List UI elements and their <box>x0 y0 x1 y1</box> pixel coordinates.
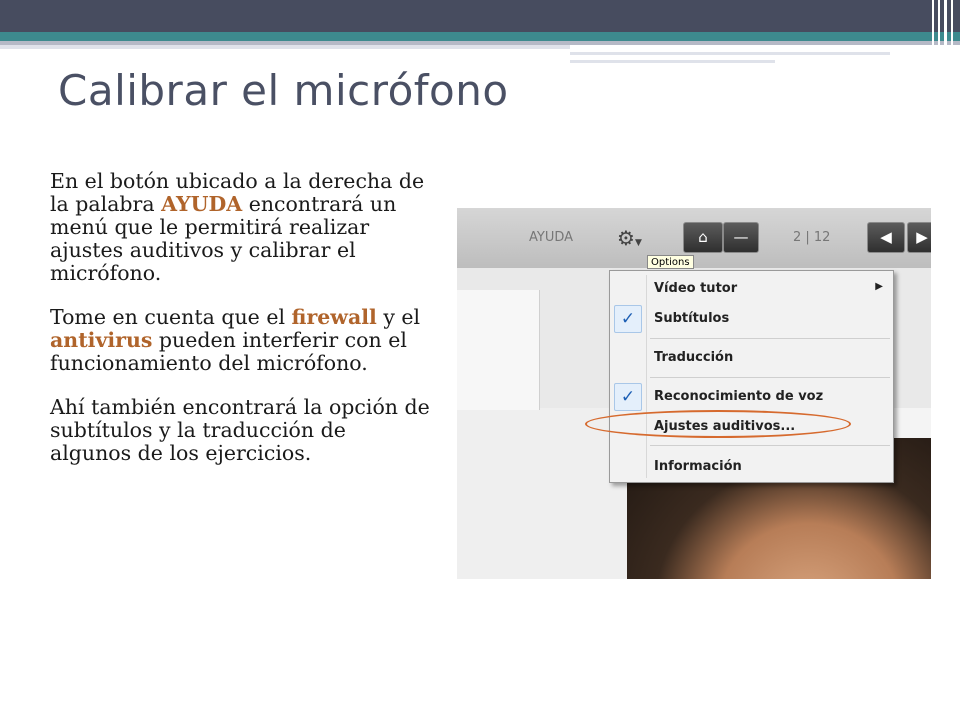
header-edge-lines <box>928 0 960 62</box>
menu-item-label: Vídeo tutor <box>654 281 738 296</box>
header-band-light <box>570 52 890 55</box>
home-icon: ⌂ <box>698 228 708 246</box>
paragraph-3: Ahí también encontrará la opción de subt… <box>50 395 430 465</box>
menu-item-label: Subtítulos <box>654 311 730 326</box>
callout-ellipse <box>585 410 851 438</box>
menu-item-reconocimiento-voz[interactable]: ✓ Reconocimiento de voz <box>610 383 893 411</box>
app-screenshot: AYUDA ⚙▼ ⌂ — 2 | 12 ◀ ▶ Options Vídeo tu… <box>457 208 931 579</box>
paragraph-1: En el botón ubicado a la derecha de la p… <box>50 170 430 285</box>
menu-item-label: Información <box>654 459 742 474</box>
menu-separator <box>650 377 890 378</box>
menu-item-label: Reconocimiento de voz <box>654 389 824 404</box>
next-button[interactable]: ▶ <box>907 222 931 253</box>
gear-icon[interactable]: ⚙▼ <box>617 226 642 250</box>
next-arrow-icon: ▶ <box>916 228 928 246</box>
highlight-firewall: firewall <box>291 305 377 329</box>
options-menu: Vídeo tutor ▶ ✓ Subtítulos Traducción ✓ … <box>609 270 894 483</box>
menu-item-video-tutor[interactable]: Vídeo tutor ▶ <box>610 277 893 301</box>
menu-item-traduccion[interactable]: Traducción <box>610 346 893 370</box>
options-tooltip: Options <box>647 255 694 269</box>
app-side-panel <box>457 290 540 410</box>
menu-item-label: Traducción <box>654 350 734 365</box>
text-run: Tome en cuenta que el <box>50 305 292 329</box>
header-band-teal <box>0 32 960 41</box>
menu-separator <box>650 338 890 339</box>
menu-item-subtitulos[interactable]: ✓ Subtítulos <box>610 305 893 333</box>
slide-body: En el botón ubicado a la derecha de la p… <box>50 170 430 486</box>
header-band-dark <box>0 0 960 32</box>
menu-gutter <box>646 275 647 478</box>
highlight-ayuda: AYUDA <box>161 192 243 216</box>
page-indicator: 2 | 12 <box>793 230 831 245</box>
minimize-icon: — <box>733 228 749 246</box>
minimize-button[interactable]: — <box>723 222 759 253</box>
highlight-antivirus: antivirus <box>50 328 153 352</box>
paragraph-2: Tome en cuenta que el firewall y el anti… <box>50 306 430 375</box>
help-label[interactable]: AYUDA <box>529 230 573 245</box>
checkmark-icon: ✓ <box>614 383 642 411</box>
prev-button[interactable]: ◀ <box>867 222 905 253</box>
slide-title: Calibrar el micrófono <box>58 66 509 115</box>
header-band-light <box>0 45 570 49</box>
header-band-light <box>570 60 775 63</box>
checkmark-icon: ✓ <box>614 305 642 333</box>
text-run: y el <box>376 305 421 329</box>
prev-arrow-icon: ◀ <box>880 228 892 246</box>
menu-item-informacion[interactable]: Información <box>610 455 893 479</box>
menu-separator <box>650 445 890 446</box>
home-button[interactable]: ⌂ <box>683 222 723 253</box>
submenu-arrow-icon: ▶ <box>875 281 883 292</box>
